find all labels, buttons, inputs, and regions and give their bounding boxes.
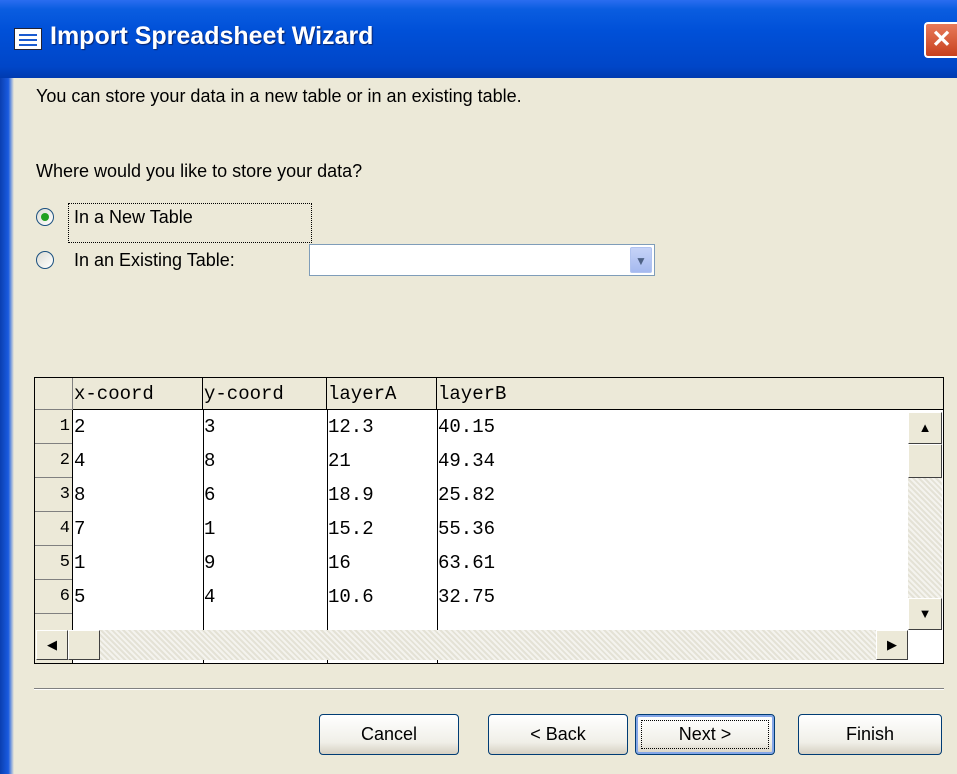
cancel-button[interactable]: Cancel	[319, 714, 459, 755]
table-cell: 32.75	[438, 586, 496, 608]
table-cell: 55.36	[438, 518, 496, 540]
table-cell: 40.15	[438, 416, 496, 438]
scroll-left-icon[interactable]: ◀	[36, 630, 68, 660]
question-text: Where would you like to store your data?	[36, 161, 363, 181]
column-header[interactable]: layerB	[437, 378, 943, 410]
finish-button[interactable]: Finish	[798, 714, 942, 755]
table-cell: 15.2	[328, 518, 374, 540]
row-number: 5	[35, 546, 72, 580]
table-cell: 2	[74, 416, 86, 438]
row-number: 6	[35, 580, 72, 614]
scroll-thumb[interactable]	[908, 444, 942, 478]
back-button[interactable]: < Back	[488, 714, 628, 755]
table-cell: 18.9	[328, 484, 374, 506]
radio-existing-table[interactable]	[36, 251, 54, 269]
chevron-down-icon[interactable]: ▼	[630, 247, 652, 273]
table-cell: 9	[204, 552, 216, 574]
intro-text: You can store your data in a new table o…	[36, 86, 522, 106]
data-preview-grid[interactable]: x-coord y-coord layerA layerB 1 2 3 4 5 …	[34, 377, 944, 664]
option-new-table-label[interactable]: In a New Table	[74, 207, 193, 228]
window-border	[0, 78, 14, 774]
row-number: 2	[35, 444, 72, 478]
column-header[interactable]: x-coord	[73, 378, 203, 410]
table-cell: 16	[328, 552, 351, 574]
table-cell: 5	[74, 586, 86, 608]
row-number: 4	[35, 512, 72, 546]
close-button[interactable]: ✕	[924, 22, 957, 58]
option-existing-table-label[interactable]: In an Existing Table:	[74, 250, 235, 271]
existing-table-select[interactable]: ▼	[309, 244, 655, 276]
table-cell: 4	[74, 450, 86, 472]
scroll-thumb[interactable]	[68, 630, 100, 660]
table-cell: 63.61	[438, 552, 496, 574]
column-header[interactable]: y-coord	[203, 378, 327, 410]
scroll-down-icon[interactable]: ▼	[908, 598, 942, 630]
table-cell: 12.3	[328, 416, 374, 438]
table-cell: 25.82	[438, 484, 496, 506]
table-cell: 49.34	[438, 450, 496, 472]
table-cell: 1	[204, 518, 216, 540]
table-cell: 1	[74, 552, 86, 574]
table-cell: 3	[204, 416, 216, 438]
vertical-scrollbar[interactable]: ▲ ▼	[908, 412, 942, 630]
next-button-label: Next >	[636, 715, 774, 754]
scroll-right-icon[interactable]: ▶	[876, 630, 908, 660]
table-icon	[14, 28, 42, 50]
table-cell: 21	[328, 450, 351, 472]
column-header[interactable]: layerA	[327, 378, 437, 410]
horizontal-scrollbar[interactable]: ◀ ▶	[36, 630, 908, 660]
table-cell: 4	[204, 586, 216, 608]
title-bar[interactable]: Import Spreadsheet Wizard ✕	[0, 0, 957, 78]
table-cell: 7	[74, 518, 86, 540]
row-number-column: 1 2 3 4 5 6	[35, 410, 73, 663]
grid-corner	[35, 378, 73, 410]
divider	[34, 688, 944, 690]
table-cell: 6	[204, 484, 216, 506]
scroll-up-icon[interactable]: ▲	[908, 412, 942, 444]
row-number: 1	[35, 410, 72, 444]
table-cell: 8	[204, 450, 216, 472]
table-cell: 10.6	[328, 586, 374, 608]
window-title: Import Spreadsheet Wizard	[50, 22, 374, 50]
import-spreadsheet-wizard-window: Import Spreadsheet Wizard ✕ You can stor…	[0, 0, 957, 774]
table-cell: 8	[74, 484, 86, 506]
next-button[interactable]: Next >	[635, 714, 775, 755]
radio-new-table[interactable]	[36, 208, 54, 226]
radio-selected-dot	[41, 213, 49, 221]
row-number: 3	[35, 478, 72, 512]
column-header-row: x-coord y-coord layerA layerB	[73, 378, 943, 410]
